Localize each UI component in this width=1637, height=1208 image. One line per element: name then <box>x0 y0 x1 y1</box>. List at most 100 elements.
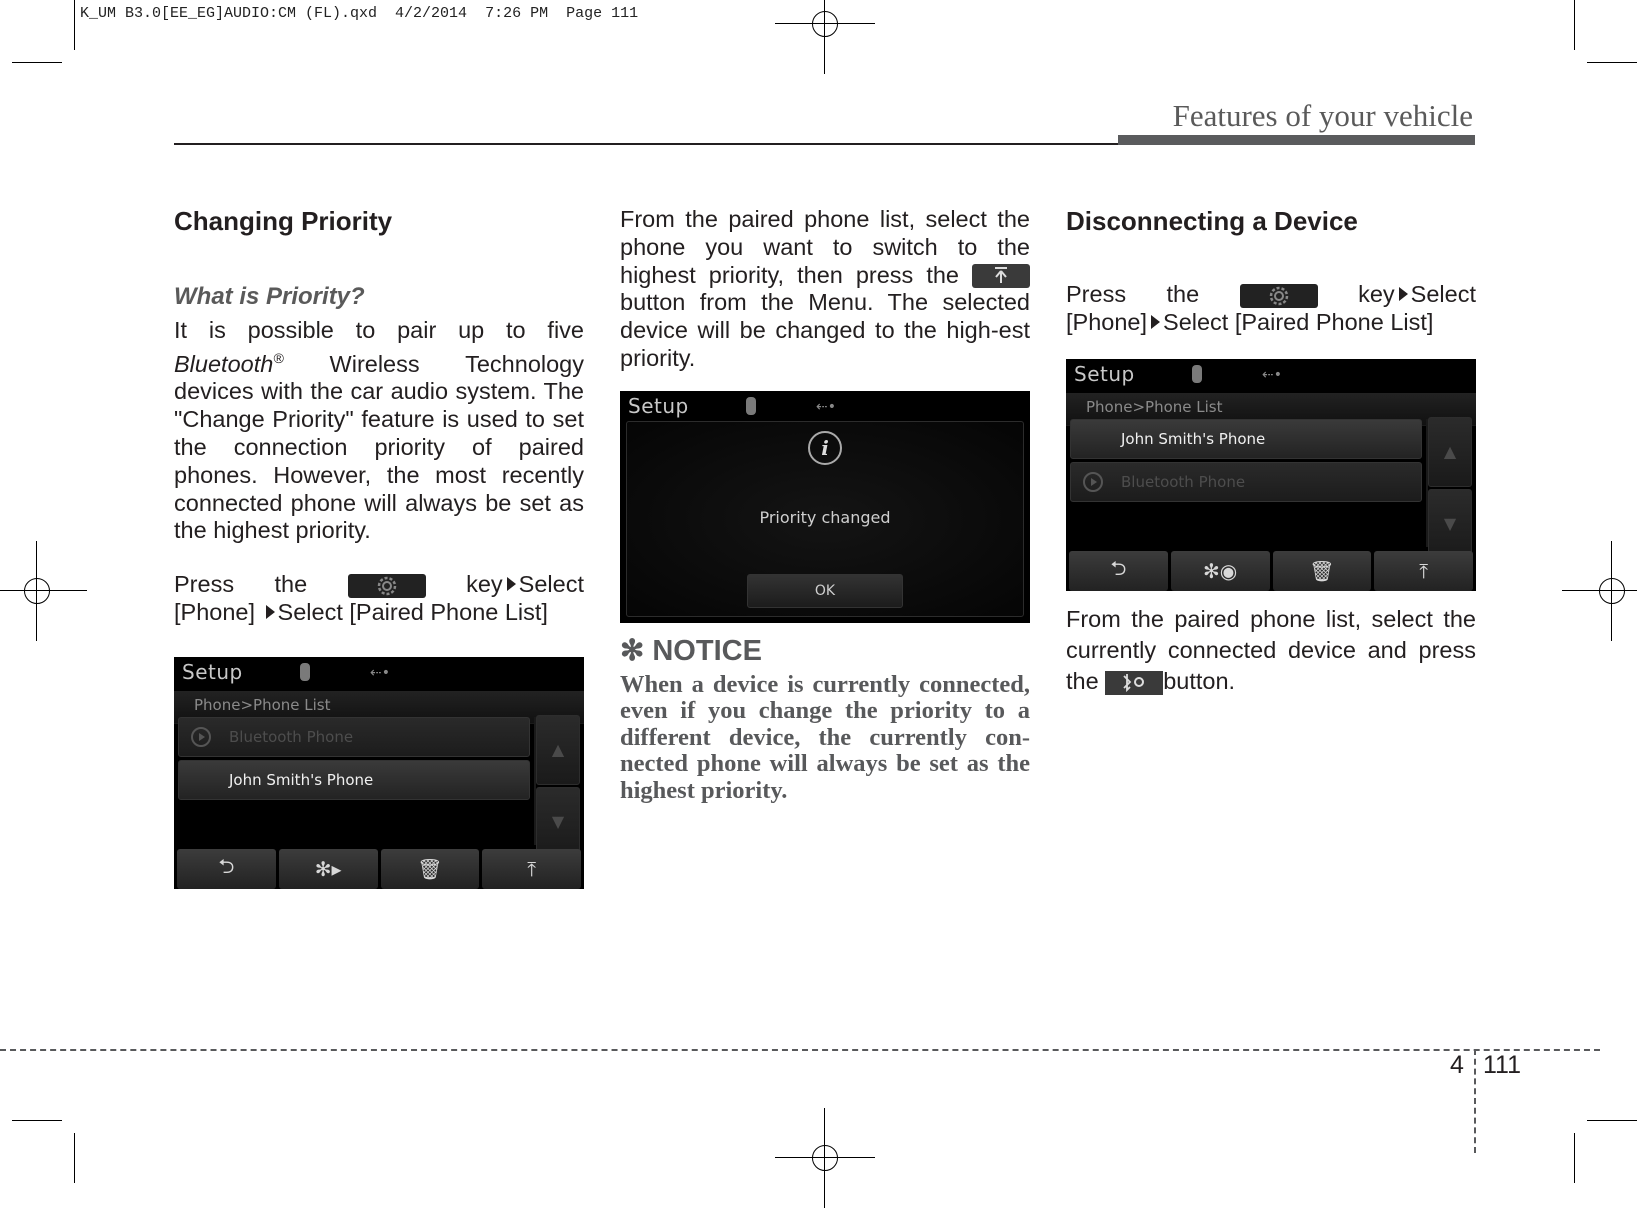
disconnect-instruction-block: From the paired phone list, select the c… <box>1066 604 1476 697</box>
back-button[interactable]: ⮌ <box>1069 551 1168 591</box>
usb-status-icon: ⇠• <box>1262 367 1282 383</box>
change-priority-instruction: From the paired phone list, select the p… <box>620 206 1031 371</box>
usb-status-icon: ⇠• <box>370 665 390 681</box>
play-icon <box>191 727 211 747</box>
crop-mark <box>1574 1133 1575 1183</box>
page-number: 111 <box>1483 1051 1522 1079</box>
intro-paragraph: It is possible to pair up to five Blueto… <box>174 317 584 545</box>
head-unit-screen-phone-list: Setup ⇠• Phone>Phone List Bluetooth Phon… <box>174 657 584 889</box>
scroll-down-button[interactable]: ▼ <box>536 787 580 857</box>
crop-mark <box>1587 62 1637 63</box>
press-the-text: Press the <box>174 571 308 598</box>
chapter-number: 4 <box>1450 1051 1464 1079</box>
right-column: Disconnecting a Device Press the key Sele… <box>1066 206 1476 337</box>
arrow-right-icon <box>506 577 516 592</box>
intro-rest: Wireless Technology devices with the car… <box>174 350 584 544</box>
scroll-down-button[interactable]: ▼ <box>1428 489 1472 559</box>
phone-bracket-text: [Phone] <box>174 599 256 625</box>
screen-title: Setup <box>182 660 243 684</box>
bluetooth-status-icon <box>300 663 310 681</box>
bluetooth-status-icon <box>1192 365 1202 383</box>
crop-mark <box>12 1120 62 1121</box>
select-paired-instruction: [Phone] Select [Paired Phone List] <box>1066 308 1434 335</box>
crop-mark <box>1574 0 1575 50</box>
priority-top-icon: ⤒ <box>1419 559 1429 583</box>
change-priority-button[interactable]: ⤒ <box>1374 551 1473 591</box>
registration-mark <box>775 0 875 74</box>
phone-list-item-selected[interactable]: John Smith's Phone <box>178 760 530 800</box>
change-priority-button[interactable]: ⤒ <box>482 849 581 889</box>
crop-mark <box>1587 1120 1637 1121</box>
left-column: Changing Priority What is Priority? It i… <box>174 206 584 627</box>
play-icon <box>1083 472 1103 492</box>
bluetooth-connect-button[interactable]: ✻▸ <box>278 849 378 889</box>
head-unit-screen-phone-list: Setup ⇠• Phone>Phone List John Smith's P… <box>1066 359 1476 591</box>
priority-top-icon <box>995 267 1008 284</box>
phone-list-item-selected[interactable]: John Smith's Phone <box>1070 419 1422 459</box>
screen-title: Setup <box>1074 362 1135 386</box>
setup-key <box>1239 283 1318 308</box>
footer-dashed-rule <box>0 1049 1600 1051</box>
press-setup-instruction: Press the key Select <box>174 571 584 599</box>
arrow-right-icon <box>265 605 275 619</box>
priority-button-inline <box>972 264 1031 289</box>
trash-icon: 🗑 <box>417 857 443 881</box>
notice-heading: ✻ NOTICE <box>620 635 762 667</box>
press-setup-instruction: Press the key Select <box>1066 281 1476 308</box>
heading-disconnecting-device: Disconnecting a Device <box>1066 206 1358 236</box>
info-icon: i <box>808 431 842 465</box>
notice-box: ✻ NOTICE When a device is currently conn… <box>620 633 1030 804</box>
crop-mark <box>74 0 75 50</box>
arrow-right-icon <box>1398 287 1408 301</box>
select-paired-text: Select [Paired Phone List] <box>277 599 548 625</box>
screen-title: Setup <box>628 394 689 418</box>
gear-icon <box>377 576 396 596</box>
registration-mark <box>0 541 87 641</box>
back-icon: ⮌ <box>1110 556 1127 580</box>
gear-icon <box>1269 286 1288 306</box>
heading-changing-priority: Changing Priority <box>174 206 393 236</box>
head-unit-screen-priority-popup: Setup ⇠• i Priority changed OK <box>620 391 1030 623</box>
bluetooth-disconnect-button[interactable]: ✻◉ <box>1170 551 1270 591</box>
priority-top-icon: ⤒ <box>527 857 537 881</box>
priority-changed-dialog: i Priority changed OK <box>626 421 1024 617</box>
scroll-up-button[interactable]: ▲ <box>536 715 580 785</box>
header-accent-bar <box>1118 135 1475 145</box>
back-button[interactable]: ⮌ <box>177 849 276 889</box>
ok-button[interactable]: OK <box>747 574 903 608</box>
phone-list-item[interactable]: Bluetooth Phone <box>1070 462 1422 502</box>
bluetooth-connect-icon: ✻▸ <box>314 857 342 881</box>
intro-start: It is possible to pair up to five <box>174 317 584 343</box>
disconnect-instruction: From the paired phone list, select the c… <box>1066 606 1476 695</box>
screen-toolbar: ⮌ ✻▸ 🗑 ⤒ <box>174 849 584 889</box>
setup-key <box>347 574 426 598</box>
bluetooth-disconnect-icon: ✻◉ <box>1203 559 1238 583</box>
screen-toolbar: ⮌ ✻◉ 🗑 ⤒ <box>1066 551 1476 591</box>
bluetooth-term: Bluetooth <box>174 350 274 377</box>
registration-mark <box>775 1108 875 1208</box>
delete-button[interactable]: 🗑 <box>1272 551 1372 591</box>
select-paired-instruction: [Phone] Select [Paired Phone List] <box>174 599 584 627</box>
usb-status-icon: ⇠• <box>816 399 836 415</box>
select-text: Select <box>518 571 584 598</box>
delete-button[interactable]: 🗑 <box>380 849 480 889</box>
notice-body: When a device is currently connected, ev… <box>620 671 1030 804</box>
subheading-what-is-priority: What is Priority? <box>174 283 365 310</box>
scroll-up-button[interactable]: ▲ <box>1428 417 1472 487</box>
middle-column: From the paired phone list, select the p… <box>620 206 1031 373</box>
footer-page-divider <box>1474 1049 1476 1153</box>
trash-icon: 🗑 <box>1309 559 1335 583</box>
key-text: key <box>466 571 503 598</box>
print-slug: K_UM B3.0[EE_EG]AUDIO:CM (FL).qxd 4/2/20… <box>80 5 639 22</box>
section-title: Features of your vehicle <box>1172 98 1473 133</box>
back-icon: ⮌ <box>218 854 235 878</box>
bluetooth-disconnect-icon <box>1123 673 1145 692</box>
popup-message: Priority changed <box>759 508 891 527</box>
crop-mark <box>74 1133 75 1183</box>
phone-list-item[interactable]: Bluetooth Phone <box>178 717 530 757</box>
registered-mark: ® <box>273 349 284 366</box>
bluetooth-status-icon <box>746 397 756 415</box>
disconnect-button-inline <box>1105 670 1164 695</box>
registration-mark <box>1562 541 1637 641</box>
arrow-right-icon <box>1151 314 1161 329</box>
